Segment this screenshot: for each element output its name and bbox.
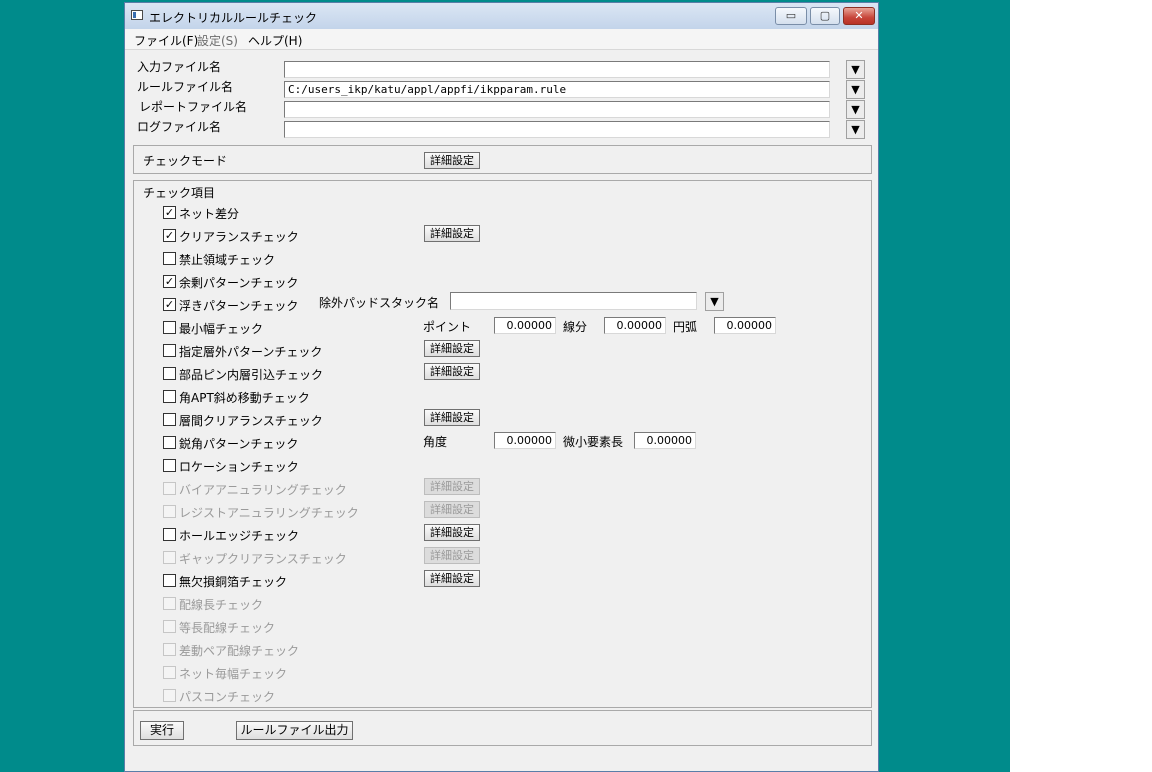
- report-file-label: レポートファイル名: [139, 100, 248, 114]
- checkbox-gap-clearance[interactable]: [163, 551, 176, 564]
- min-width-point-input[interactable]: 0.00000: [494, 317, 556, 334]
- checkbox-label-acute-pattern: 鋭角パターンチェック: [179, 437, 299, 451]
- pin-inner-layer-detail-button[interactable]: 詳細設定: [424, 363, 480, 380]
- menu-help[interactable]: ヘルプ(H): [248, 32, 302, 49]
- copper-defect-detail-button[interactable]: 詳細設定: [424, 570, 480, 587]
- checkbox-equal-length[interactable]: [163, 620, 176, 633]
- rule-file-dropdown-icon[interactable]: ▼: [846, 80, 865, 99]
- checkbox-label-prohibited-area: 禁止領域チェック: [179, 253, 276, 267]
- checkbox-label-hole-edge: ホールエッジチェック: [179, 529, 300, 543]
- hole-edge-detail-button[interactable]: 詳細設定: [424, 524, 480, 541]
- acute-angle-label: 角度: [423, 435, 448, 449]
- checkbox-outer-layer-pattern[interactable]: [163, 344, 176, 357]
- checkbox-apt-diagonal-move[interactable]: [163, 390, 176, 403]
- checkbox-location[interactable]: [163, 459, 176, 472]
- title-bar[interactable]: エレクトリカルルールチェック ▭ ▢ ✕: [125, 3, 878, 30]
- checkbox-label-resist-annular: レジストアニュラリングチェック: [179, 506, 359, 520]
- acute-small-element-label: 微小要素長: [563, 435, 624, 449]
- min-width-arc-label: 円弧: [673, 320, 698, 334]
- checkbox-hole-edge[interactable]: [163, 528, 176, 541]
- exclude-pad-field[interactable]: [450, 292, 697, 310]
- app-window: エレクトリカルルールチェック ▭ ▢ ✕ ファイル(F) 設定(S) ヘルプ(H…: [124, 2, 879, 772]
- menu-file[interactable]: ファイル(F): [134, 32, 198, 49]
- resist-annular-detail-button[interactable]: 詳細設定: [424, 501, 480, 518]
- maximize-button[interactable]: ▢: [810, 7, 840, 25]
- min-width-point-label: ポイント: [423, 320, 472, 334]
- checkbox-label-floating-pattern: 浮きパターンチェック: [179, 299, 299, 313]
- run-button[interactable]: 実行: [140, 721, 184, 740]
- exclude-pad-dropdown-icon[interactable]: ▼: [705, 292, 724, 311]
- log-file-label: ログファイル名: [137, 120, 222, 134]
- input-file-dropdown-icon[interactable]: ▼: [846, 60, 865, 79]
- checkbox-label-via-annular: バイアアニュラリングチェック: [179, 483, 347, 497]
- checkbox-label-bypass-capacitor: パスコンチェック: [179, 690, 276, 704]
- acute-angle-input[interactable]: 0.00000: [494, 432, 556, 449]
- clearance-detail-button[interactable]: 詳細設定: [424, 225, 480, 242]
- checkbox-bypass-capacitor[interactable]: [163, 689, 176, 702]
- check-items-header: チェック項目: [143, 186, 216, 200]
- menu-settings[interactable]: 設定(S): [197, 32, 238, 49]
- check-mode-detail-button[interactable]: 詳細設定: [424, 152, 480, 169]
- app-window-icon: [131, 10, 143, 20]
- window-title: エレクトリカルルールチェック: [149, 11, 318, 25]
- checkbox-acute-pattern[interactable]: [163, 436, 176, 449]
- checkbox-label-interlayer-clearance: 層間クリアランスチェック: [179, 414, 323, 428]
- checkbox-label-wire-length: 配線長チェック: [179, 598, 264, 612]
- exclude-pad-label: 除外パッドスタック名: [319, 296, 440, 310]
- checkbox-pin-inner-layer[interactable]: [163, 367, 176, 380]
- input-file-field[interactable]: [284, 61, 830, 78]
- checkbox-label-net-width: ネット毎幅チェック: [179, 667, 288, 681]
- menu-bar: ファイル(F) 設定(S) ヘルプ(H): [125, 29, 878, 50]
- checkbox-prohibited-area[interactable]: [163, 252, 176, 265]
- checkbox-label-outer-layer-pattern: 指定層外パターンチェック: [179, 345, 323, 359]
- checkbox-label-gap-clearance: ギャップクリアランスチェック: [179, 552, 347, 566]
- min-width-arc-input[interactable]: 0.00000: [714, 317, 776, 334]
- checkbox-label-min-width: 最小幅チェック: [179, 322, 264, 336]
- gap-clearance-detail-button[interactable]: 詳細設定: [424, 547, 480, 564]
- close-button[interactable]: ✕: [843, 7, 875, 25]
- outer-layer-pattern-detail-button[interactable]: 詳細設定: [424, 340, 480, 357]
- log-file-field[interactable]: [284, 121, 830, 138]
- rule-file-field[interactable]: C:/users_ikp/katu/appl/appfi/ikpparam.ru…: [284, 81, 830, 98]
- checkbox-label-copper-defect: 無欠損銅箔チェック: [179, 575, 288, 589]
- checkbox-copper-defect[interactable]: [163, 574, 176, 587]
- interlayer-clearance-detail-button[interactable]: 詳細設定: [424, 409, 480, 426]
- checkbox-label-net-diff: ネット差分: [179, 207, 240, 221]
- check-mode-label: チェックモード: [143, 154, 228, 168]
- report-file-field[interactable]: [284, 101, 830, 118]
- checkbox-diff-pair[interactable]: [163, 643, 176, 656]
- log-file-dropdown-icon[interactable]: ▼: [846, 120, 865, 139]
- min-width-line-input[interactable]: 0.00000: [604, 317, 666, 334]
- checkbox-label-apt-diagonal-move: 角APT斜め移動チェック: [179, 391, 310, 405]
- checkbox-interlayer-clearance[interactable]: [163, 413, 176, 426]
- acute-small-element-input[interactable]: 0.00000: [634, 432, 696, 449]
- checkbox-label-diff-pair: 差動ペア配線チェック: [179, 644, 300, 658]
- min-width-line-label: 線分: [563, 320, 588, 334]
- via-annular-detail-button[interactable]: 詳細設定: [424, 478, 480, 495]
- checkbox-wire-length[interactable]: [163, 597, 176, 610]
- minimize-button[interactable]: ▭: [775, 7, 807, 25]
- checkbox-clearance[interactable]: ✓: [163, 229, 176, 242]
- input-file-label: 入力ファイル名: [137, 60, 222, 74]
- checkbox-label-clearance: クリアランスチェック: [179, 230, 299, 244]
- report-file-dropdown-icon[interactable]: ▼: [846, 100, 865, 119]
- checkbox-label-surplus-pattern: 余剰パターンチェック: [179, 276, 299, 290]
- checkbox-min-width[interactable]: [163, 321, 176, 334]
- check-mode-panel: [133, 145, 872, 174]
- checkbox-label-location: ロケーションチェック: [179, 460, 299, 474]
- checkbox-surplus-pattern[interactable]: ✓: [163, 275, 176, 288]
- rule-file-output-button[interactable]: ルールファイル出力: [236, 721, 353, 740]
- checkbox-label-equal-length: 等長配線チェック: [179, 621, 276, 635]
- checkbox-floating-pattern[interactable]: ✓: [163, 298, 176, 311]
- rule-file-label: ルールファイル名: [137, 80, 234, 94]
- checkbox-net-diff[interactable]: ✓: [163, 206, 176, 219]
- checkbox-resist-annular[interactable]: [163, 505, 176, 518]
- checkbox-net-width[interactable]: [163, 666, 176, 679]
- checkbox-via-annular[interactable]: [163, 482, 176, 495]
- checkbox-label-pin-inner-layer: 部品ピン内層引込チェック: [179, 368, 324, 382]
